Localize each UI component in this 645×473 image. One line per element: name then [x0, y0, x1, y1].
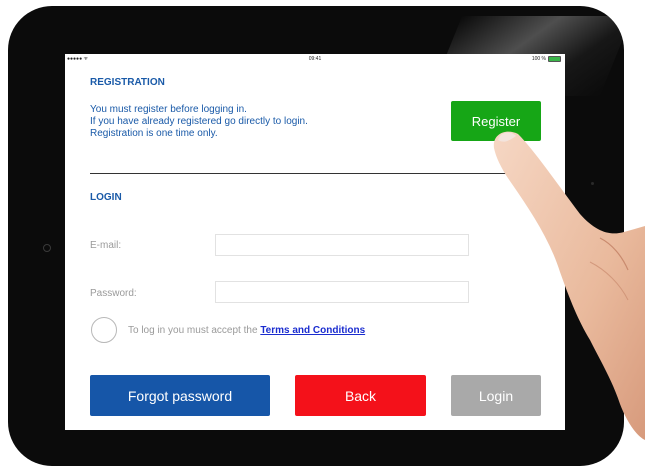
status-time: 09:41: [308, 56, 322, 62]
terms-accept-radio[interactable]: [91, 317, 117, 343]
terms-text: To log in you must accept the Terms and …: [128, 325, 365, 336]
battery-percent: 100 %: [531, 56, 546, 62]
registration-text: You must register before logging in. If …: [90, 104, 308, 140]
password-label: Password:: [90, 288, 137, 299]
registration-line: You must register before logging in.: [90, 104, 247, 115]
registration-line: If you have already registered go direct…: [90, 116, 308, 127]
login-title: LOGIN: [90, 192, 122, 203]
registration-title: REGISTRATION: [90, 77, 165, 88]
forgot-password-button[interactable]: Forgot password: [90, 375, 270, 416]
back-button[interactable]: Back: [295, 375, 426, 416]
app-screen: ●●●●● ᯤ 09:41 100 % REGISTRATION You mus…: [65, 54, 565, 430]
status-bar: ●●●●● ᯤ 09:41 100 %: [65, 54, 565, 64]
section-divider: [90, 173, 531, 174]
terms-prefix: To log in you must accept the: [128, 325, 258, 336]
login-button[interactable]: Login: [451, 375, 541, 416]
terms-link[interactable]: Terms and Conditions: [260, 325, 365, 336]
home-sensor: [591, 182, 594, 185]
password-field[interactable]: [215, 281, 469, 303]
battery-icon: [548, 56, 561, 62]
email-label: E-mail:: [90, 240, 122, 251]
tablet-device: ●●●●● ᯤ 09:41 100 % REGISTRATION You mus…: [8, 6, 624, 466]
email-field[interactable]: [215, 234, 469, 256]
registration-line: Registration is one time only.: [90, 128, 218, 139]
register-button[interactable]: Register: [451, 101, 541, 141]
battery-status: 100 %: [532, 56, 561, 62]
front-camera: [43, 244, 51, 252]
